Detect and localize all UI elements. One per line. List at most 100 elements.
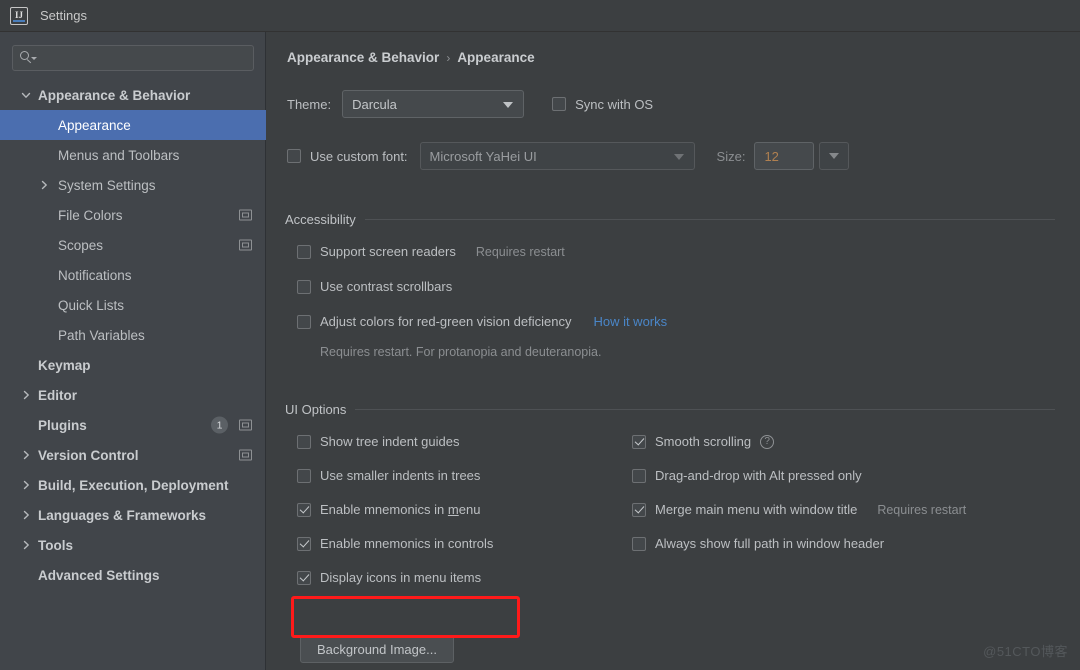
chevron-right-icon[interactable] (20, 449, 32, 461)
sidebar-item-file-colors[interactable]: File Colors (0, 200, 266, 230)
show-tree-indent-guides-checkbox[interactable]: Show tree indent guides (297, 434, 459, 449)
sidebar-item-label: Keymap (38, 357, 91, 373)
sidebar-item-keymap[interactable]: Keymap (0, 350, 266, 380)
sidebar-item-label: Notifications (58, 267, 132, 283)
use-contrast-scrollbars-label: Use contrast scrollbars (320, 279, 453, 294)
checkbox-box (297, 502, 311, 517)
project-scope-icon (239, 239, 252, 251)
section-divider (364, 219, 1055, 220)
chevron-right-icon[interactable] (20, 539, 32, 551)
settings-tree: Appearance & Behavior Appearance Menus and… (0, 80, 266, 590)
sidebar-item-badge: 1 (211, 416, 228, 434)
smooth-scrolling-label: Smooth scrolling (655, 434, 752, 449)
sidebar-item-label: System Settings (58, 177, 156, 193)
use-smaller-indents-row: Use smaller indents in trees (297, 468, 480, 483)
merge-main-menu-row: Merge main menu with window title Requir… (632, 502, 966, 517)
background-image-button[interactable]: Background Image... (300, 635, 454, 663)
checkbox-box (297, 279, 311, 294)
font-size-label: Size: (716, 148, 746, 164)
sidebar-item-label: Quick Lists (58, 297, 125, 313)
sidebar-item-path-variables[interactable]: Path Variables (0, 320, 266, 350)
project-scope-icon (239, 209, 252, 221)
support-screen-readers-checkbox[interactable]: Support screen readers (297, 244, 456, 259)
label-prefix: Enable mnemonics in (320, 502, 448, 517)
chevron-right-icon[interactable] (20, 479, 32, 491)
sidebar-item-plugins[interactable]: Plugins 1 (0, 410, 266, 440)
merge-main-menu-checkbox[interactable]: Merge main menu with window title (632, 502, 857, 517)
sidebar-item-version-control[interactable]: Version Control (0, 440, 266, 470)
how-it-works-link[interactable]: How it works (593, 314, 667, 329)
chevron-right-icon[interactable] (38, 179, 50, 191)
sidebar-item-label: Build, Execution, Deployment (38, 477, 229, 493)
display-icons-menu-items-checkbox[interactable]: Display icons in menu items (297, 570, 481, 585)
adjust-colors-checkbox[interactable]: Adjust colors for red-green vision defic… (297, 314, 571, 329)
sidebar-item-label: Editor (38, 387, 77, 403)
use-smaller-indents-checkbox[interactable]: Use smaller indents in trees (297, 468, 480, 483)
breadcrumb-root[interactable]: Appearance & Behavior (287, 50, 439, 65)
checkbox-box (287, 149, 301, 163)
chevron-down-icon[interactable] (20, 89, 32, 101)
adjust-colors-label: Adjust colors for red-green vision defic… (320, 314, 572, 329)
sidebar-item-label: Languages & Frameworks (38, 507, 207, 523)
chevron-down-icon (829, 153, 840, 159)
enable-mnemonics-menu-checkbox[interactable]: Enable mnemonics in menu (297, 502, 480, 517)
title-bar: IJ Settings (0, 0, 1080, 32)
project-scope-icon (239, 449, 252, 461)
enable-mnemonics-controls-checkbox[interactable]: Enable mnemonics in controls (297, 536, 493, 551)
sidebar-item-languages-frameworks[interactable]: Languages & Frameworks (0, 500, 266, 530)
help-icon[interactable]: ? (760, 434, 775, 449)
sidebar-item-editor[interactable]: Editor (0, 380, 266, 410)
sidebar-item-system-settings[interactable]: System Settings (0, 170, 266, 200)
chevron-down-icon (503, 102, 514, 108)
merge-main-menu-note: Requires restart (877, 502, 967, 517)
font-size-input[interactable]: 12 (754, 142, 815, 170)
search-input[interactable] (34, 51, 253, 65)
sidebar-item-build-execution-deployment[interactable]: Build, Execution, Deployment (0, 470, 266, 500)
checkbox-box (297, 434, 311, 449)
sync-with-os-checkbox[interactable]: Sync with OS (552, 97, 653, 112)
merge-main-menu-label: Merge main menu with window title (655, 502, 858, 517)
font-family-value: Microsoft YaHei UI (429, 148, 537, 164)
always-show-full-path-checkbox[interactable]: Always show full path in window header (632, 536, 884, 551)
use-smaller-indents-label: Use smaller indents in trees (320, 468, 481, 483)
sidebar-item-appearance[interactable]: Appearance (0, 110, 266, 140)
settings-sidebar: Appearance & Behavior Appearance Menus and… (0, 32, 266, 670)
sidebar-item-label: Version Control (38, 447, 139, 463)
accessibility-title: Accessibility (285, 212, 356, 227)
sidebar-item-menus-and-toolbars[interactable]: Menus and Toolbars (0, 140, 266, 170)
window-title: Settings (40, 8, 87, 23)
chevron-down-icon (673, 154, 684, 160)
chevron-right-icon[interactable] (20, 389, 32, 401)
display-icons-menu-items-row: Display icons in menu items (297, 570, 481, 585)
font-size-dropdown-button[interactable] (819, 142, 850, 170)
drag-and-drop-alt-checkbox[interactable]: Drag-and-drop with Alt pressed only (632, 468, 862, 483)
use-custom-font-checkbox[interactable]: Use custom font: (287, 149, 408, 164)
mnemonic-letter: m (447, 502, 459, 517)
theme-select-value: Darcula (352, 96, 397, 112)
enable-mnemonics-controls-label: Enable mnemonics in controls (320, 536, 494, 551)
sidebar-item-label: Menus and Toolbars (58, 147, 180, 163)
intellij-idea-logo-icon: IJ (10, 6, 28, 25)
sidebar-item-scopes[interactable]: Scopes (0, 230, 266, 260)
settings-main-panel: Appearance & Behavior › Appearance Theme… (267, 32, 1080, 670)
adjust-colors-row: Adjust colors for red-green vision defic… (297, 314, 667, 329)
sidebar-item-tools[interactable]: Tools (0, 530, 266, 560)
sidebar-item-label: Appearance (58, 117, 131, 133)
sidebar-item-appearance-behavior[interactable]: Appearance & Behavior (0, 80, 266, 110)
search-field[interactable] (12, 45, 254, 71)
smooth-scrolling-checkbox[interactable]: Smooth scrolling (632, 434, 751, 449)
ui-options-section-header: UI Options (285, 402, 1080, 417)
support-screen-readers-row: Support screen readers Requires restart (297, 244, 565, 259)
theme-select[interactable]: Darcula (342, 90, 525, 118)
sidebar-item-quick-lists[interactable]: Quick Lists (0, 290, 266, 320)
sidebar-item-label: Path Variables (58, 327, 145, 343)
font-family-select[interactable]: Microsoft YaHei UI (419, 142, 695, 170)
sidebar-item-advanced-settings[interactable]: Advanced Settings (0, 560, 266, 590)
chevron-right-icon[interactable] (20, 509, 32, 521)
sidebar-item-notifications[interactable]: Notifications (0, 260, 266, 290)
checkbox-box (297, 314, 311, 329)
enable-mnemonics-menu-label: Enable mnemonics in menu (320, 502, 480, 517)
checkbox-box (632, 468, 646, 483)
project-scope-icon (239, 419, 252, 431)
use-contrast-scrollbars-checkbox[interactable]: Use contrast scrollbars (297, 279, 452, 294)
